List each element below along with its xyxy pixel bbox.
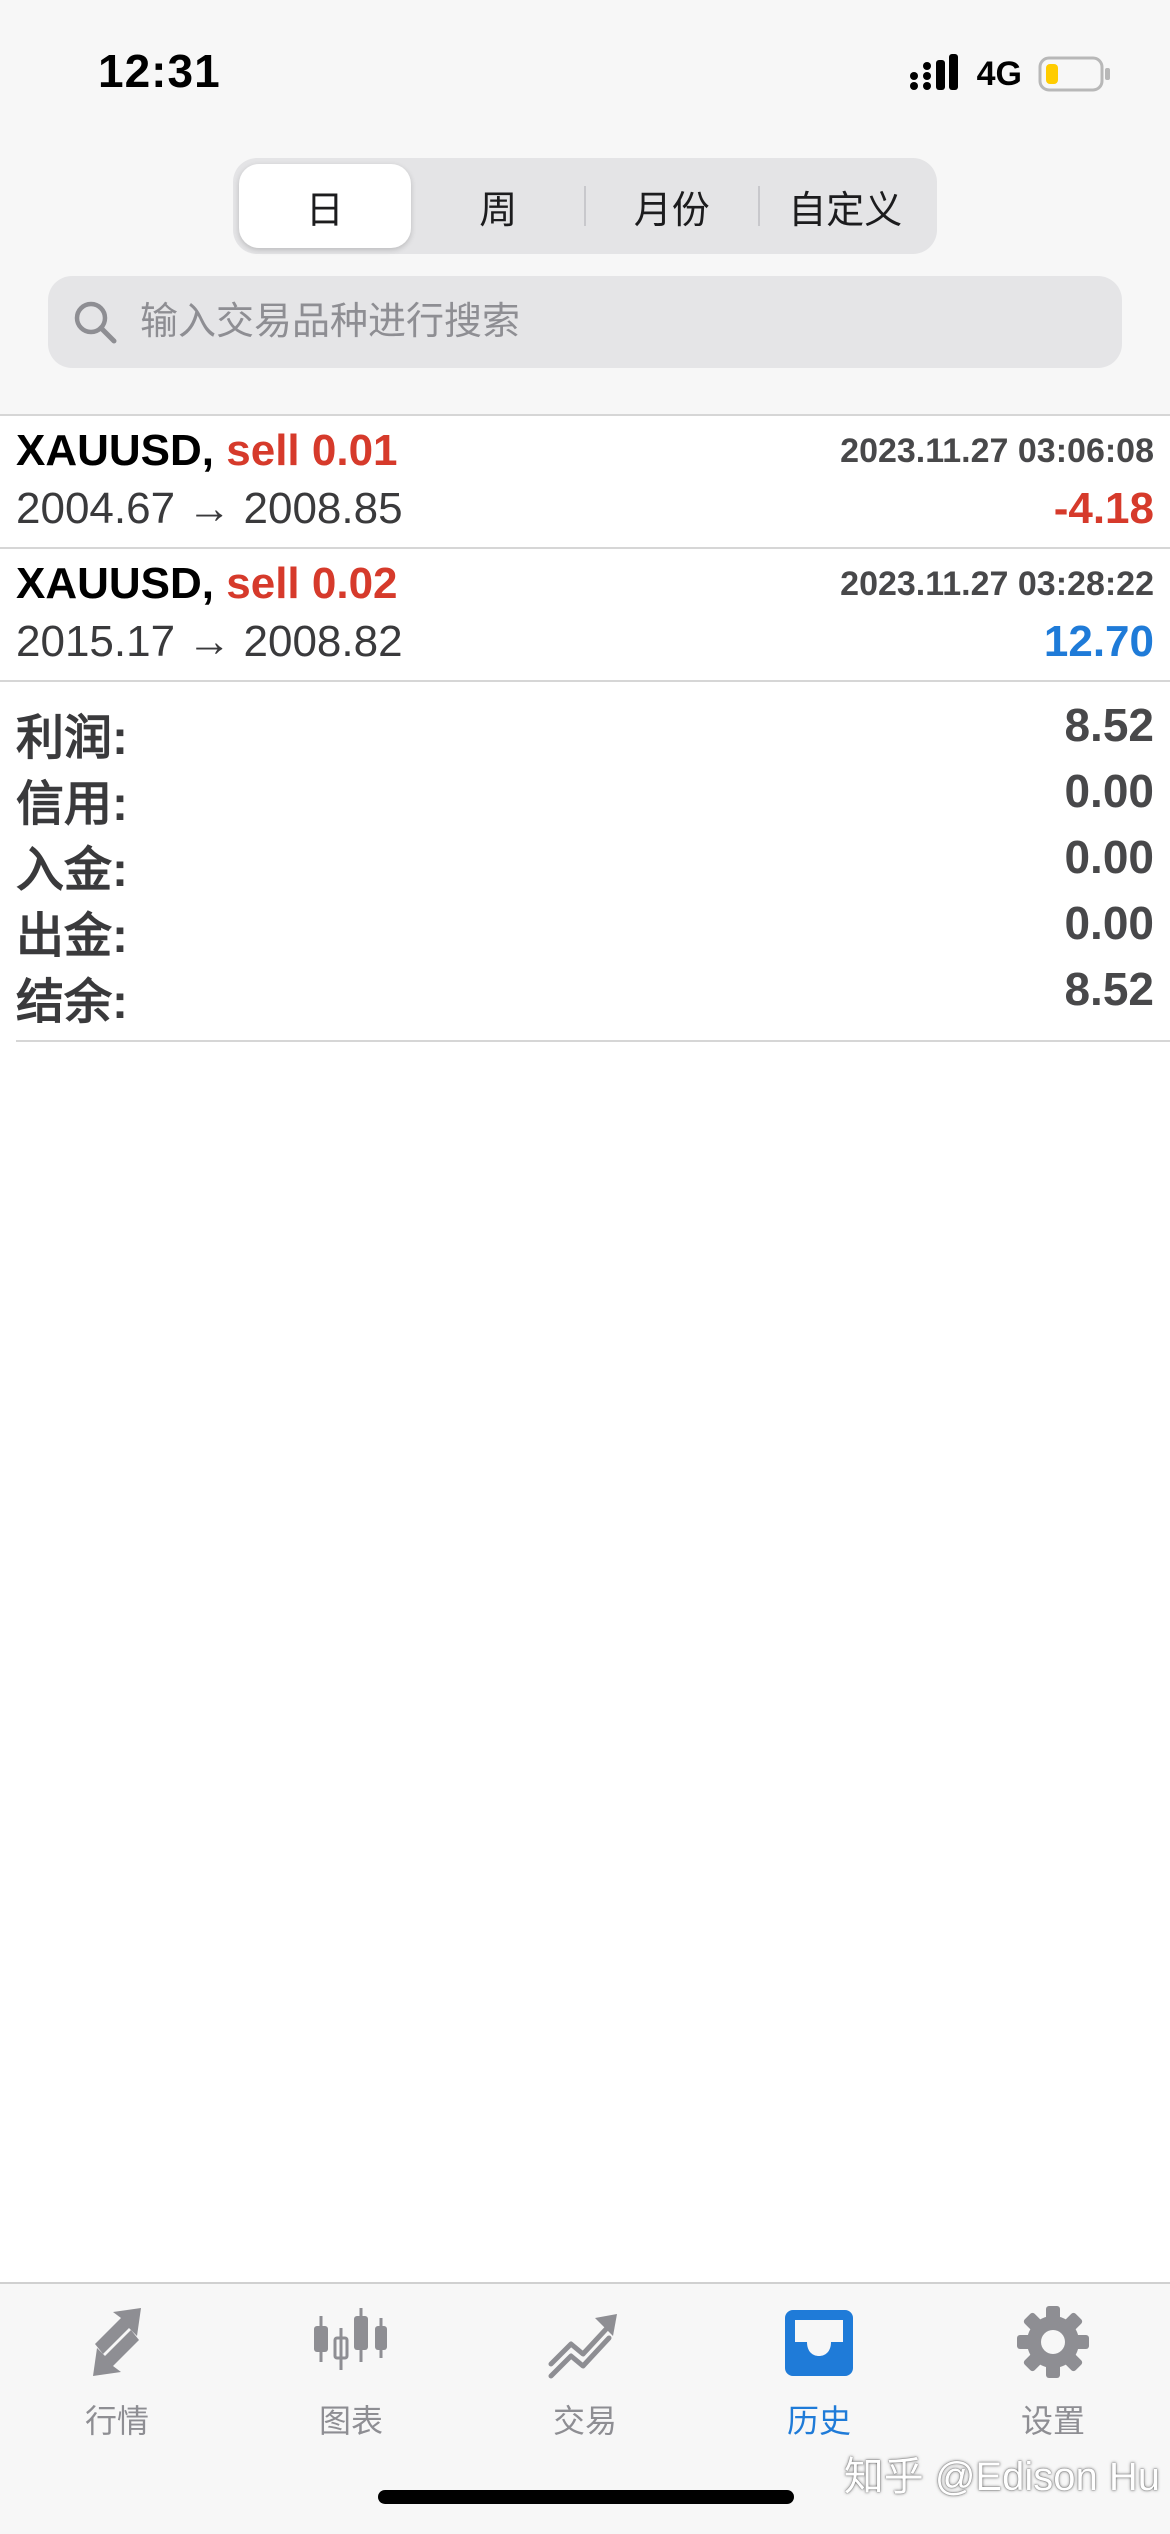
quotes-arrows-icon (93, 2308, 141, 2376)
period-segmented-control: 日 周 月份 自定义 (233, 158, 937, 254)
tab-label: 历史 (786, 2403, 851, 2439)
summary-value: 0.00 (1064, 765, 1154, 817)
tab-label: 行情 (84, 2403, 149, 2439)
tab-label: 图表 (318, 2403, 383, 2439)
search-input[interactable] (138, 291, 1102, 353)
home-indicator (378, 2490, 794, 2504)
deal-type: sell 0.02 (226, 559, 398, 608)
candlestick-chart-icon (314, 2308, 387, 2370)
gear-icon (1017, 2306, 1089, 2378)
summary-value: 8.52 (1064, 963, 1154, 1015)
deals-list: XAUUSD, sell 0.01 2023.11.27 03:06:08 20… (0, 416, 1170, 682)
summary-value: 0.00 (1064, 831, 1154, 883)
deal-row[interactable]: XAUUSD, sell 0.02 2023.11.27 03:28:22 20… (0, 549, 1170, 682)
period-tab-month[interactable]: 月份 (586, 164, 758, 248)
trade-trend-icon (548, 2314, 617, 2379)
status-indicators: 4G (909, 52, 1112, 96)
deal-time: 2023.11.27 03:28:22 (840, 565, 1154, 603)
search-bar[interactable] (48, 276, 1122, 368)
deal-title: XAUUSD, sell 0.01 (16, 426, 398, 476)
deal-type: sell 0.01 (226, 426, 398, 475)
deal-symbol: XAUUSD, (16, 426, 215, 475)
tab-label: 设置 (1020, 2403, 1085, 2439)
deal-time: 2023.11.27 03:06:08 (840, 432, 1154, 470)
tab-settings[interactable]: 设置 (936, 2302, 1170, 2452)
history-inbox-icon (785, 2310, 853, 2376)
deal-profit: -4.18 (1053, 484, 1154, 533)
summary-row-credit: 信用: 0.00 (16, 752, 1170, 831)
deal-prices: 2015.17 → 2008.82 (16, 617, 403, 666)
top-header: 12:31 4G 日 周 月份 自定义 (0, 0, 1170, 416)
summary-label: 结余: (16, 976, 128, 1029)
status-time: 12:31 (98, 45, 221, 97)
deal-profit: 12.70 (1043, 617, 1154, 666)
period-tab-custom[interactable]: 自定义 (760, 164, 932, 248)
watermark: 知乎 @Edison Hu (843, 2455, 1160, 2499)
tab-label: 交易 (552, 2403, 617, 2439)
battery-low-icon (1038, 56, 1110, 92)
period-tab-week[interactable]: 周 (413, 164, 585, 248)
period-tab-day[interactable]: 日 (239, 164, 411, 248)
tab-trade[interactable]: 交易 (468, 2302, 702, 2452)
deal-symbol: XAUUSD, (16, 559, 215, 608)
tab-history[interactable]: 历史 (702, 2302, 936, 2452)
deal-prices: 2004.67 → 2008.85 (16, 484, 403, 533)
summary-value: 0.00 (1064, 897, 1154, 949)
tab-quotes[interactable]: 行情 (0, 2302, 234, 2452)
summary-value: 8.52 (1064, 699, 1154, 751)
summary-row-balance: 结余: 8.52 (16, 950, 1170, 1029)
summary-row-withdrawal: 出金: 0.00 (16, 884, 1170, 963)
account-summary: 利润: 8.52 信用: 0.00 入金: 0.00 出金: 0.00 结余: … (16, 686, 1170, 1042)
signal-strength-icon (909, 54, 958, 90)
search-icon (74, 301, 117, 344)
summary-row-deposit: 入金: 0.00 (16, 818, 1170, 897)
summary-row-profit: 利润: 8.52 (16, 686, 1170, 765)
network-type: 4G (976, 54, 1022, 93)
deal-title: XAUUSD, sell 0.02 (16, 559, 398, 609)
tab-chart[interactable]: 图表 (234, 2302, 468, 2452)
deal-row[interactable]: XAUUSD, sell 0.01 2023.11.27 03:06:08 20… (0, 416, 1170, 549)
